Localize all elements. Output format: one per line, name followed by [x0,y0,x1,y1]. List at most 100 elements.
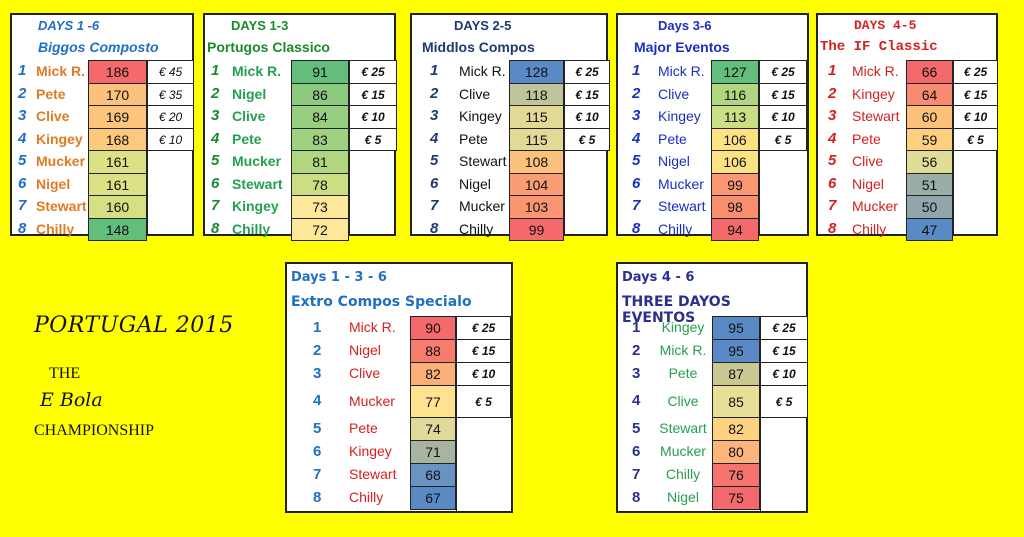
rank-number: 1 [632,319,641,336]
table-row: 4 Mucker 77 € 5 [287,385,511,419]
prize-cell: € 5 [953,127,998,151]
championship-label: CHAMPIONSHIP [34,422,155,439]
table-row: 7 Stewart 98 [618,195,807,219]
prize-cell: € 5 [349,127,397,151]
player-name: Pete [658,130,687,147]
rank-number: 6 [632,443,641,461]
rank-number: 4 [828,129,837,147]
rank-number: 7 [18,197,27,214]
prize-cell: € 10 [147,127,194,151]
rank-number: 8 [430,219,439,237]
table-row: 6 Nigel 161 [12,172,192,196]
player-name: Clive [658,85,690,102]
table-row: 8 Chilly 47 [818,217,996,241]
table-row: 2 Clive 116 € 15 [618,82,807,106]
score-cell: 116 [711,82,759,106]
player-name: Mick R. [659,342,707,358]
table-row: 6 Stewart 78 [205,172,394,196]
score-cell: 161 [88,172,147,196]
table-row: 2 Pete 170 € 35 [12,82,194,106]
rank-number: 1 [430,62,439,79]
player-name: Clive [36,108,70,124]
rank-number: 5 [430,152,439,169]
table-row: 8 Chilly 67 [287,486,511,511]
leaderboard-table: DAYS 1 -6 Biggos Composto 1 Mick R. 186 € 45 2… [10,13,194,241]
score-cell: 81 [291,150,349,174]
table-row: 6 Nigel 51 [818,172,996,196]
table-title: Major Eventos [634,39,730,55]
player-name: Pete [232,130,262,147]
table-title: Biggos Composto [38,39,159,55]
rank-number: 8 [313,489,322,507]
player-name: Stewart [659,420,707,437]
table-row: 6 Mucker 80 [618,440,806,465]
table-row: 8 Chilly 72 [205,217,394,241]
player-name: Kingey [658,108,701,124]
rank-number: 3 [632,365,641,382]
rank-number: 6 [313,443,322,461]
player-name: Nigel [36,175,71,192]
table-row: 3 Clive 84 € 10 [205,105,397,129]
table-row: 4 Pete 59 € 5 [818,127,998,151]
rank-number: 6 [18,174,27,192]
score-cell: 80 [712,440,760,465]
table-title: Extro Compos Specialo [291,294,472,310]
prize-cell: € 25 [349,60,397,84]
table-days: Days 3-6 [658,18,712,33]
score-cell: 88 [410,339,456,363]
rank-number: 2 [828,84,837,102]
rank-number: 6 [211,174,220,192]
score-cell: 148 [88,217,147,241]
table-row: 5 Mucker 81 [205,150,394,174]
score-cell: 64 [906,82,953,106]
table-row: 7 Stewart 68 [287,463,511,488]
table-title: Middlos Compos [422,39,535,55]
player-name: Pete [349,420,378,437]
table-row: 8 Chilly 148 [12,217,192,241]
score-cell: 83 [291,127,349,151]
table-row: 6 Nigel 104 [412,172,606,196]
score-cell: 78 [291,172,349,196]
player-name: Mick R. [349,319,396,335]
prize-cell: € 5 [456,385,511,419]
score-cell: 71 [410,440,456,465]
rank-number: 7 [828,197,837,214]
table-row: 2 Nigel 86 € 15 [205,82,397,106]
table-row: 6 Kingey 71 [287,440,511,465]
rank-number: 6 [632,174,641,192]
table-row: 5 Stewart 82 [618,417,806,442]
rank-number: 4 [18,129,27,147]
the-label: THE [49,365,81,382]
player-name: Mick R. [232,63,282,79]
prize-cell: € 25 [760,316,808,340]
rank-number: 8 [211,219,220,237]
leaderboard-table: Days 4 - 6 THREE DAYOS EVENTOS 1 Kingey 95 € … [616,262,808,513]
player-name: Mick R. [852,63,899,79]
leaderboard-table: Days 3-6 Major Eventos 1 Mick R. 127 € 25 2 Cli… [616,13,809,241]
rank-number: 2 [313,342,322,359]
player-name: Kingey [661,319,705,335]
player-name: Nigel [667,489,699,506]
player-name: Kingey [232,198,279,214]
table-row: 1 Mick R. 66 € 25 [818,60,998,84]
rank-number: 3 [430,107,439,124]
score-cell: 51 [906,172,953,196]
score-cell: 75 [712,486,760,511]
event-title: PORTUGAL 2015 [34,313,234,338]
player-name: Mucker [349,393,395,409]
player-name: Chilly [36,220,75,237]
rank-number: 3 [211,107,220,124]
player-name: Nigel [658,153,690,169]
table-row: 3 Kingey 115 € 10 [412,105,610,129]
prize-cell: € 10 [349,105,397,129]
player-name: Chilly [349,489,384,506]
prize-cell: € 15 [349,82,397,106]
rank-number: 5 [313,420,322,438]
score-cell: 115 [509,105,564,129]
score-cell: 82 [712,417,760,442]
player-name: Stewart [232,175,283,192]
prize-cell: € 25 [456,316,511,340]
score-cell: 128 [509,60,564,84]
rank-number: 8 [632,489,641,507]
prize-cell: € 15 [759,82,807,106]
